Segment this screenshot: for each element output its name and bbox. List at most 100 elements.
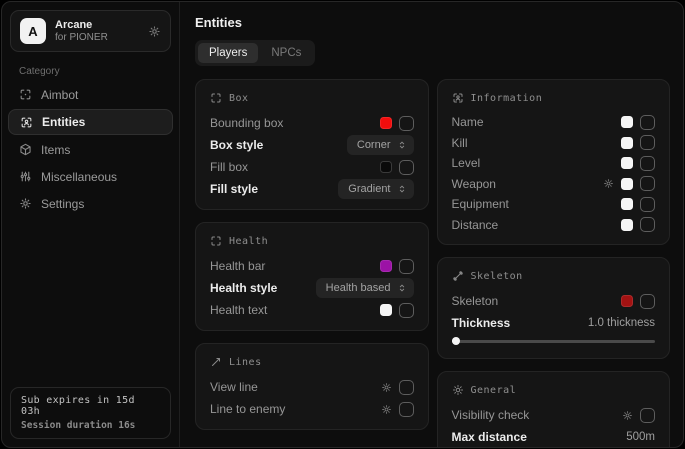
checkbox[interactable] xyxy=(399,259,414,274)
row-box-style: Box style Corner xyxy=(210,134,414,156)
checkbox[interactable] xyxy=(640,197,655,212)
brand-card: A Arcane for PIONER xyxy=(10,10,171,52)
lines-card: Lines View line Line to enemy xyxy=(195,343,429,430)
checkbox[interactable] xyxy=(399,380,414,395)
row-fill-style: Fill style Gradient xyxy=(210,178,414,200)
corner-brackets-icon xyxy=(210,92,222,104)
sidebar: A Arcane for PIONER Category xyxy=(2,2,180,447)
sliders-icon xyxy=(19,170,32,183)
diagonal-line-icon xyxy=(210,356,222,368)
chevron-up-down-icon xyxy=(397,184,407,194)
row-health-text: Health text xyxy=(210,299,414,321)
gear-icon[interactable] xyxy=(381,382,392,393)
box-card: Box Bounding box Box style Corne xyxy=(195,79,429,210)
checkbox[interactable] xyxy=(640,115,655,130)
checkbox[interactable] xyxy=(640,408,655,423)
checkbox[interactable] xyxy=(640,176,655,191)
sidebar-item-label: Items xyxy=(41,143,70,157)
checkbox[interactable] xyxy=(640,217,655,232)
checkbox[interactable] xyxy=(399,160,414,175)
color-swatch[interactable] xyxy=(621,116,633,128)
card-title: General xyxy=(471,385,517,396)
row-equipment: Equipment xyxy=(452,194,656,215)
row-line-to-enemy: Line to enemy xyxy=(210,398,414,420)
gear-icon xyxy=(19,197,32,210)
sidebar-item-aimbot[interactable]: Aimbot xyxy=(2,81,179,108)
sidebar-item-items[interactable]: Items xyxy=(2,136,179,163)
row-level: Level xyxy=(452,153,656,174)
row-health-style: Health style Health based xyxy=(210,277,414,299)
row-skeleton: Skeleton xyxy=(452,290,656,312)
box-style-dropdown[interactable]: Corner xyxy=(347,135,414,155)
color-swatch[interactable] xyxy=(380,260,392,272)
sidebar-item-label: Entities xyxy=(42,115,85,129)
checkbox[interactable] xyxy=(399,402,414,417)
color-swatch[interactable] xyxy=(621,178,633,190)
checkbox[interactable] xyxy=(640,156,655,171)
app-logo: A xyxy=(20,18,46,44)
skeleton-card: Skeleton Skeleton Thickness 1.0 thicknes… xyxy=(437,257,671,359)
app-window: A Arcane for PIONER Category xyxy=(1,1,684,448)
chevron-up-down-icon xyxy=(397,140,407,150)
checkbox[interactable] xyxy=(399,303,414,318)
color-swatch[interactable] xyxy=(621,219,633,231)
app-name: Arcane xyxy=(55,19,108,31)
gear-icon[interactable] xyxy=(148,25,161,38)
app-subtitle: for PIONER xyxy=(55,32,108,43)
sidebar-item-entities[interactable]: Entities xyxy=(8,109,173,135)
category-label: Category xyxy=(19,66,179,77)
row-max-distance: Max distance 500m xyxy=(452,426,656,448)
sun-icon xyxy=(452,384,464,396)
sub-expires-text: Sub expires in 15d 03h xyxy=(21,395,160,417)
gear-icon[interactable] xyxy=(622,410,633,421)
card-title: Lines xyxy=(229,357,262,368)
color-swatch[interactable] xyxy=(380,161,392,173)
sidebar-item-miscellaneous[interactable]: Miscellaneous xyxy=(2,163,179,190)
health-card: Health Health bar Health style H xyxy=(195,222,429,331)
general-card: General Visibility check Max distance xyxy=(437,371,671,448)
row-kill: Kill xyxy=(452,133,656,154)
sidebar-item-settings[interactable]: Settings xyxy=(2,190,179,217)
color-swatch[interactable] xyxy=(380,117,392,129)
card-title: Box xyxy=(229,93,249,104)
color-swatch[interactable] xyxy=(380,304,392,316)
max-distance-value: 500m xyxy=(626,431,655,443)
health-style-dropdown[interactable]: Health based xyxy=(316,278,414,298)
session-duration-text: Session duration 16s xyxy=(21,420,160,431)
entity-scan-icon xyxy=(452,92,464,104)
color-swatch[interactable] xyxy=(621,137,633,149)
row-fill-box: Fill box xyxy=(210,156,414,178)
row-bounding-box: Bounding box xyxy=(210,112,414,134)
cube-icon xyxy=(19,143,32,156)
tab-players[interactable]: Players xyxy=(198,43,258,63)
checkbox[interactable] xyxy=(640,135,655,150)
bone-icon xyxy=(452,270,464,282)
color-swatch[interactable] xyxy=(621,157,633,169)
slider-thumb[interactable] xyxy=(452,337,460,345)
row-thickness: Thickness 1.0 thickness xyxy=(452,312,656,334)
color-swatch[interactable] xyxy=(621,295,633,307)
gear-icon[interactable] xyxy=(381,404,392,415)
thickness-value: 1.0 thickness xyxy=(588,317,655,329)
sidebar-item-label: Settings xyxy=(41,197,84,211)
subscription-info: Sub expires in 15d 03h Session duration … xyxy=(10,387,171,439)
information-card: Information Name Kill xyxy=(437,79,671,245)
row-visibility-check: Visibility check xyxy=(452,404,656,426)
card-title: Information xyxy=(471,93,543,104)
tab-npcs[interactable]: NPCs xyxy=(260,43,312,63)
card-title: Health xyxy=(229,236,268,247)
card-title: Skeleton xyxy=(471,271,523,282)
checkbox[interactable] xyxy=(640,294,655,309)
page-title: Entities xyxy=(195,15,670,30)
checkbox[interactable] xyxy=(399,116,414,131)
gear-icon[interactable] xyxy=(603,178,614,189)
corner-brackets-icon xyxy=(210,235,222,247)
row-weapon: Weapon xyxy=(452,174,656,195)
thickness-slider[interactable] xyxy=(452,336,656,346)
chevron-up-down-icon xyxy=(397,283,407,293)
row-view-line: View line xyxy=(210,376,414,398)
color-swatch[interactable] xyxy=(621,198,633,210)
entity-tabs: Players NPCs xyxy=(195,40,315,66)
sidebar-item-label: Aimbot xyxy=(41,88,78,102)
fill-style-dropdown[interactable]: Gradient xyxy=(338,179,413,199)
